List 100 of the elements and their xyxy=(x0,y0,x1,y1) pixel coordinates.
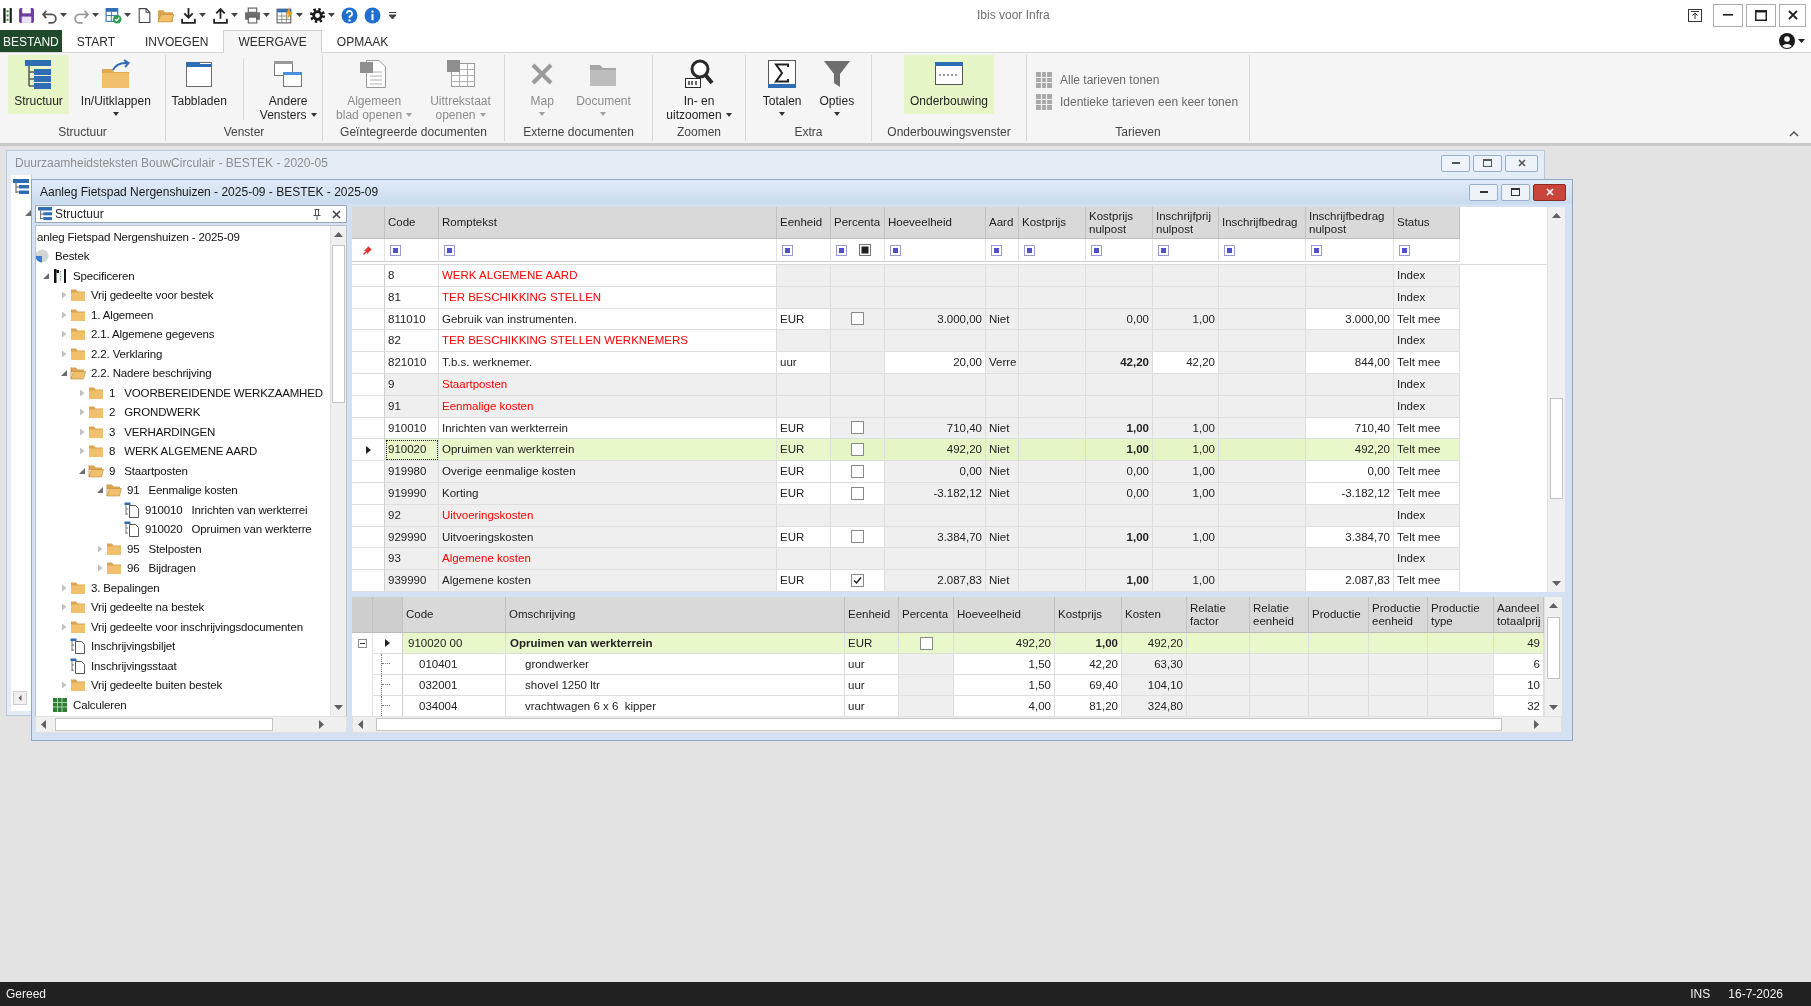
tree-item[interactable]: 96 Bijdragen xyxy=(127,562,196,575)
settings-icon[interactable] xyxy=(309,6,326,24)
filter-icon[interactable] xyxy=(1311,244,1322,256)
checkbox[interactable] xyxy=(851,486,864,500)
ribbon-tab[interactable]: WEERGAVE xyxy=(223,30,322,53)
caret-icon[interactable] xyxy=(389,11,396,19)
column-header[interactable]: Eenheid xyxy=(845,597,899,633)
tree-item[interactable]: 2.2. Nadere beschrijving xyxy=(91,367,212,380)
scrollbar-thumb[interactable] xyxy=(1550,398,1563,499)
column-header[interactable]: Eenheid xyxy=(777,207,831,239)
column-header[interactable]: Kostprijs xyxy=(1055,597,1122,633)
caret-icon[interactable] xyxy=(92,13,99,17)
expanded-arrow-icon[interactable] xyxy=(60,369,68,378)
table-row[interactable]: 9 Staartposten Index xyxy=(352,374,1460,396)
scrollbar-thumb[interactable] xyxy=(376,718,1502,731)
tree-item[interactable]: Inschrijvingsstaat xyxy=(91,659,177,672)
scrollbar-thumb[interactable] xyxy=(332,245,345,403)
caret-icon[interactable] xyxy=(328,13,335,17)
table-row[interactable]: 8 WERK ALGEMENE AARD Index xyxy=(352,265,1460,287)
checkbox[interactable] xyxy=(851,530,864,544)
filter-icon[interactable] xyxy=(1091,244,1102,256)
filter-icon[interactable] xyxy=(1024,244,1035,256)
maximize-button[interactable] xyxy=(1746,3,1776,27)
caret-icon[interactable] xyxy=(199,13,206,17)
tree-item[interactable]: 95 Stelposten xyxy=(127,542,202,555)
checkbox[interactable] xyxy=(851,443,864,457)
filter-icon[interactable] xyxy=(836,244,847,256)
vertical-scrollbar[interactable] xyxy=(1547,207,1565,592)
download-icon[interactable] xyxy=(180,6,197,24)
column-header[interactable]: Percenta xyxy=(899,597,954,633)
close-button[interactable] xyxy=(1533,183,1566,201)
table-row[interactable]: 92 Uitvoeringskosten Index xyxy=(352,504,1460,527)
column-header[interactable]: Inschrijfbedrag nulpost xyxy=(1306,207,1394,239)
caret-icon[interactable] xyxy=(296,13,303,17)
column-header[interactable]: Hoeveelheid xyxy=(885,207,986,239)
expanded-arrow-icon[interactable] xyxy=(42,271,50,280)
scroll-up-icon[interactable] xyxy=(334,232,343,237)
caret-icon[interactable] xyxy=(263,13,270,17)
tree-item[interactable]: Specificeren xyxy=(73,269,135,282)
ribbon-tab[interactable]: OPMAAK xyxy=(321,30,404,52)
scrollbar-thumb[interactable] xyxy=(1547,617,1560,679)
tree-item[interactable]: Inschrijvingsbiljet xyxy=(91,640,176,653)
filter-icon[interactable] xyxy=(390,244,401,256)
column-header[interactable]: Romptekst xyxy=(439,207,777,239)
column-header[interactable]: Kostprijs nulpost xyxy=(1086,207,1153,239)
table-row[interactable]: 81 TER BESCHIKKING STELLEN Index xyxy=(352,286,1460,309)
horizontal-scrollbar[interactable] xyxy=(35,716,347,733)
column-header[interactable]: Status xyxy=(1394,207,1460,239)
table-row[interactable]: 91 Eenmalige kosten Index xyxy=(352,395,1460,418)
save-icon[interactable] xyxy=(18,6,35,24)
grid-check-icon[interactable] xyxy=(105,6,122,24)
tree-item[interactable]: Vrij gedeelte buiten bestek xyxy=(91,679,223,692)
ribbon-tab[interactable]: START xyxy=(61,30,131,52)
scrollbar-thumb[interactable] xyxy=(55,718,273,731)
tree-item[interactable]: Calculeren xyxy=(73,698,127,711)
ribbon-button[interactable]: In/Uitklappen xyxy=(74,55,157,122)
caret-icon[interactable] xyxy=(124,13,131,17)
ribbon-button[interactable]: Opties xyxy=(813,55,861,122)
tree-item[interactable]: Vrij gedeelte voor bestek xyxy=(91,289,214,302)
tree-item[interactable]: 1 VOORBEREIDENDE WERKZAAMHED xyxy=(109,386,323,399)
column-header[interactable]: Aandeel totaalprij xyxy=(1494,597,1544,633)
column-header[interactable]: Code xyxy=(385,207,439,239)
scroll-right-icon[interactable] xyxy=(319,720,324,729)
column-header[interactable]: Productie xyxy=(1309,597,1369,633)
ribbon-button[interactable]: Onderbouwing xyxy=(903,55,995,114)
tree-item[interactable]: 1. Algemeen xyxy=(91,308,154,321)
scroll-left-icon[interactable] xyxy=(358,720,363,729)
filter-icon[interactable] xyxy=(991,244,1002,256)
table-row[interactable]: 93 Algemene kosten Index xyxy=(352,548,1460,571)
tree-item[interactable]: Vrij gedeelte na bestek xyxy=(91,601,205,614)
new-document-icon[interactable] xyxy=(137,6,151,24)
user-icon[interactable] xyxy=(1779,33,1795,49)
chevron-up-icon[interactable] xyxy=(1789,131,1799,137)
table-row[interactable]: 82 TER BESCHIKKING STELLEN WERKNEMERS Index xyxy=(352,330,1460,353)
tree-item[interactable]: 2 GRONDWERK xyxy=(109,406,201,419)
print-icon[interactable] xyxy=(244,6,261,24)
column-header[interactable]: Code xyxy=(403,597,506,633)
table-row[interactable]: 910020 Opruimen van werkterrein EUR 492,20 Niet 1,00 1,00 492,20 Telt mee xyxy=(352,439,1460,462)
table-row[interactable]: 939990 Algemene kosten EUR 2.087,83 Niet 1,00 1,00 2.087,83 Telt mee xyxy=(352,570,1460,592)
filter-icon[interactable] xyxy=(1224,244,1235,256)
table-row[interactable]: 919980 Overige eenmalige kosten EUR 0,00 Niet 0,00 1,00 0,00 Telt mee xyxy=(352,461,1460,483)
column-header[interactable]: Inschrijfprij nulpost xyxy=(1153,207,1219,239)
ribbon-button[interactable]: Structuur xyxy=(8,55,69,114)
scroll-down-icon[interactable] xyxy=(1549,705,1558,710)
horizontal-scrollbar[interactable] xyxy=(352,716,1562,733)
checkbox[interactable] xyxy=(851,465,864,479)
tree-item[interactable]: 8 WERK ALGEMENE AARD xyxy=(109,445,258,458)
tree-item[interactable]: 3. Bepalingen xyxy=(91,581,160,594)
scroll-up-icon[interactable] xyxy=(1549,603,1558,608)
tree-item[interactable]: 91 Eenmalige kosten xyxy=(127,484,238,497)
ribbon-tab[interactable]: BESTAND xyxy=(0,30,62,52)
collapse-box-icon[interactable] xyxy=(357,639,367,648)
help-icon[interactable] xyxy=(341,6,358,24)
column-header[interactable]: Relatie eenheid xyxy=(1250,597,1309,633)
table-row[interactable]: 910010 Inrichten van werkterrein EUR 710,40 Niet 1,00 1,00 710,40 Telt mee xyxy=(352,417,1460,440)
ribbon-tab[interactable]: INVOEGEN xyxy=(130,30,224,52)
tree-item[interactable]: 9 Staartposten xyxy=(109,464,188,477)
column-header[interactable]: Percenta xyxy=(831,207,885,239)
checkbox[interactable] xyxy=(919,636,933,650)
scroll-down-icon[interactable] xyxy=(334,705,343,710)
